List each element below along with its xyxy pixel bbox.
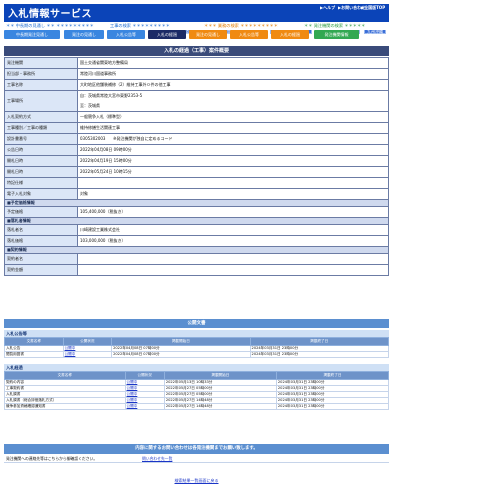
category-longterm: ＊＊ 中長期の見通し ＊＊ ＊＊＊＊＊＊＊＊＊ — [6, 23, 94, 28]
row-e-bid: 電子入札対象 対象 — [4, 188, 389, 200]
region-nav: 全国 北海道 東北 関東 北陸 中部 近畿 中国 四国 九州沖縄 — [150, 13, 388, 34]
tab-service-outlook[interactable]: 発注の見通し — [189, 30, 227, 39]
category-works: 工事の検索 ＊＊＊＊＊＊＊＊＊ — [110, 23, 170, 28]
tab-works-notice[interactable]: 入札公告等 — [107, 30, 145, 39]
top-link[interactable]: ▶全国版TOP — [361, 5, 385, 11]
row-work-type: 工事種別／工事の種類 維持修繕生活関連工事 — [4, 122, 389, 134]
site-logo[interactable]: 入札情報サービス — [8, 5, 92, 20]
row-price: 予定価格 105,400,000（税抜き） — [4, 206, 389, 218]
docs-table-notice: 文書名称 公開状況 掲載開始日 掲載終了日 入札公告 公開中 2022年04月0… — [4, 337, 390, 358]
row-notice-date: 公告日時 2022年04月08日 09時00分 — [4, 144, 389, 156]
row-award-amount: 落札価格 103,000,000（税抜き） — [4, 235, 389, 247]
row-work-name: 工事名称 大町地区他舗装補修（2）維持工事外０件の他工事 — [4, 79, 389, 91]
section-price: ■予定価格情報 — [4, 199, 389, 207]
contact-text: 発注機関への連絡先等はこちらから御確認ください。 — [6, 456, 98, 461]
docs-title: 公開文書 — [4, 319, 389, 328]
back-to-results: 検索結果一覧画面に戻る — [0, 478, 393, 484]
detail-table: 発注機関 国土交通省関東地方整備局 担当部・事務所 常陸河川国道事務所 工事名称 大町… — [4, 57, 389, 276]
row-open-date-2: 開札日時 2022年05月24日 10時15分 — [4, 166, 389, 178]
row-awardee: 落札者名 川崎建設工業株式会社 — [4, 224, 389, 236]
category-org: ＊＊ 発注機関の検索 ＊＊＊＊＊ — [304, 23, 366, 28]
contact-row: 発注機関への連絡先等はこちらから御確認ください。 問い合わせ先一覧 — [4, 455, 389, 463]
docs-section-progress: 入札経過 — [4, 364, 389, 371]
tab-org-info[interactable]: 発注機関情報 — [314, 30, 359, 39]
tab-service-progress[interactable]: 入札の経過 — [271, 30, 309, 39]
help-link[interactable]: ▶ヘルプ — [320, 5, 335, 11]
row-design-no: 設計書番号 0305302003 ※発注機関が独自に定めるコード — [4, 133, 389, 145]
row-contract-amount: 契約金額 — [4, 264, 389, 276]
row-agency: 発注機関 国土交通省関東地方整備局 — [4, 57, 389, 69]
table-row: 競争参加資格確認通知書 公開中 2022年05月27日 14時48分 2024年… — [4, 403, 390, 410]
row-work-place: 工事場所 自：茨城県常陸大宮市東野2353-5 至：茨城県 — [4, 90, 389, 112]
contact-title: 内容に関するお問い合わせは各発注機関までお願い致します。 — [4, 444, 389, 454]
tab-service-notice[interactable]: 入札公告等 — [230, 30, 268, 39]
row-contractor: 契約者名 — [4, 253, 389, 265]
back-to-results-link[interactable]: 検索結果一覧画面に戻る — [175, 478, 219, 483]
category-bar: ＊＊ 中長期の見通し ＊＊ ＊＊＊＊＊＊＊＊＊ 工事の検索 ＊＊＊＊＊＊＊＊＊ … — [4, 22, 389, 30]
contact-list-link[interactable]: 問い合わせ先一覧 — [142, 455, 172, 463]
detail-title: 入札の経過（工事）案件概要 — [4, 46, 389, 56]
row-contract-method: 入札契約方式 一般競争入札（標準型） — [4, 111, 389, 123]
section-award: ■落札者情報 — [4, 217, 389, 225]
tab-longterm[interactable]: 中長期発注見通し — [4, 30, 60, 39]
tab-works-progress[interactable]: 入札の経過 — [148, 30, 186, 39]
docs-section-notice: 入札公告等 — [4, 330, 389, 337]
row-open-date-1: 開札日時 2022年04月19日 15時00分 — [4, 155, 389, 167]
row-special: 特記仕様 — [4, 177, 389, 189]
tab-row: 中長期発注見通し 発注の見通し 入札公告等 入札の経過 発注の見通し 入札公告等… — [4, 30, 389, 39]
tab-works-outlook[interactable]: 発注の見通し — [64, 30, 104, 39]
category-service: ＊＊＊ 業務の検索 ＊＊＊＊＊＊＊＊＊ — [204, 23, 278, 28]
section-contract: ■契約情報 — [4, 246, 389, 254]
public-docs: 公開文書 入札公告等 文書名称 公開状況 掲載開始日 掲載終了日 入札公告 公開… — [4, 319, 390, 410]
table-row: 閲覧用図書 公開中 2022年04月08日 07時00分 2024年03月31日… — [4, 351, 390, 358]
docs-table-progress: 文書名称 公開状況 掲載開始日 掲載終了日 契約の内容 公開中 2022年05月… — [4, 371, 390, 410]
row-office: 担当部・事務所 常陸河川国道事務所 — [4, 68, 389, 80]
